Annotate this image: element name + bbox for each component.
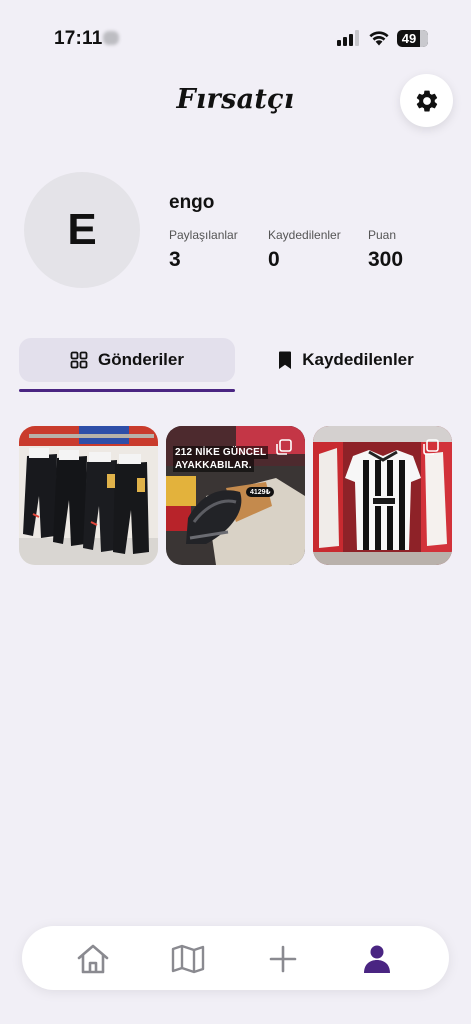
battery-percent: 49	[401, 31, 417, 46]
settings-button[interactable]	[400, 74, 453, 127]
multiple-images-icon	[423, 439, 439, 455]
tab-posts[interactable]: Gönderiler	[19, 338, 235, 382]
nav-profile[interactable]	[358, 940, 396, 978]
tab-saved[interactable]: Kaydedilenler	[240, 338, 452, 382]
caption-line: 212 NİKE GÜNCEL	[173, 446, 269, 459]
stat-label: Puan	[368, 228, 397, 242]
post-thumbnail[interactable]	[313, 426, 452, 565]
status-bar: 17:11 49	[0, 0, 471, 70]
tab-posts-label: Gönderiler	[98, 350, 184, 369]
stat-label: Kaydedilenler	[268, 228, 341, 242]
stat-value: 300	[368, 248, 404, 271]
cellular-signal-icon	[337, 30, 361, 46]
stat-shared: Paylaşılanlar 3	[169, 228, 238, 272]
status-time: 17:11	[54, 28, 103, 49]
gear-icon	[416, 90, 437, 111]
bookmark-icon	[279, 351, 292, 369]
home-icon	[77, 944, 109, 974]
post-image	[19, 426, 158, 565]
stat-label: Paylaşılanlar	[169, 228, 238, 242]
bottom-nav	[22, 926, 449, 990]
nav-map[interactable]	[169, 940, 207, 978]
avatar-initial: E	[67, 205, 97, 254]
profile-icon	[364, 945, 390, 973]
profile-screen: 17:11 49 Fırsatçı E engo Paylaşılanlar 3	[0, 0, 471, 1024]
stat-value: 3	[169, 248, 181, 271]
price-tag: 4129₺	[246, 487, 275, 497]
map-icon	[171, 944, 205, 974]
avatar[interactable]: E	[24, 172, 140, 288]
caption-line: AYAKKABILAR.	[173, 459, 254, 472]
post-thumbnail[interactable]	[19, 426, 158, 565]
wifi-icon	[369, 31, 389, 46]
blurred-indicator	[103, 31, 119, 45]
stat-saved: Kaydedilenler 0	[268, 228, 341, 272]
battery-icon: 49	[397, 30, 428, 47]
grid-icon	[70, 351, 88, 369]
stat-points: Puan 300	[368, 228, 403, 272]
post-thumbnail[interactable]: 212 NİKE GÜNCEL AYAKKABILAR. 4129₺	[166, 426, 305, 565]
active-tab-indicator	[19, 389, 235, 392]
nav-add-post[interactable]	[264, 940, 302, 978]
username: engo	[169, 192, 215, 213]
post-caption: 212 NİKE GÜNCEL AYAKKABILAR.	[173, 446, 269, 472]
stat-value: 0	[268, 248, 280, 271]
tab-saved-label: Kaydedilenler	[302, 350, 414, 369]
plus-icon	[269, 945, 297, 973]
multiple-images-icon	[276, 439, 292, 455]
nav-home[interactable]	[74, 940, 112, 978]
